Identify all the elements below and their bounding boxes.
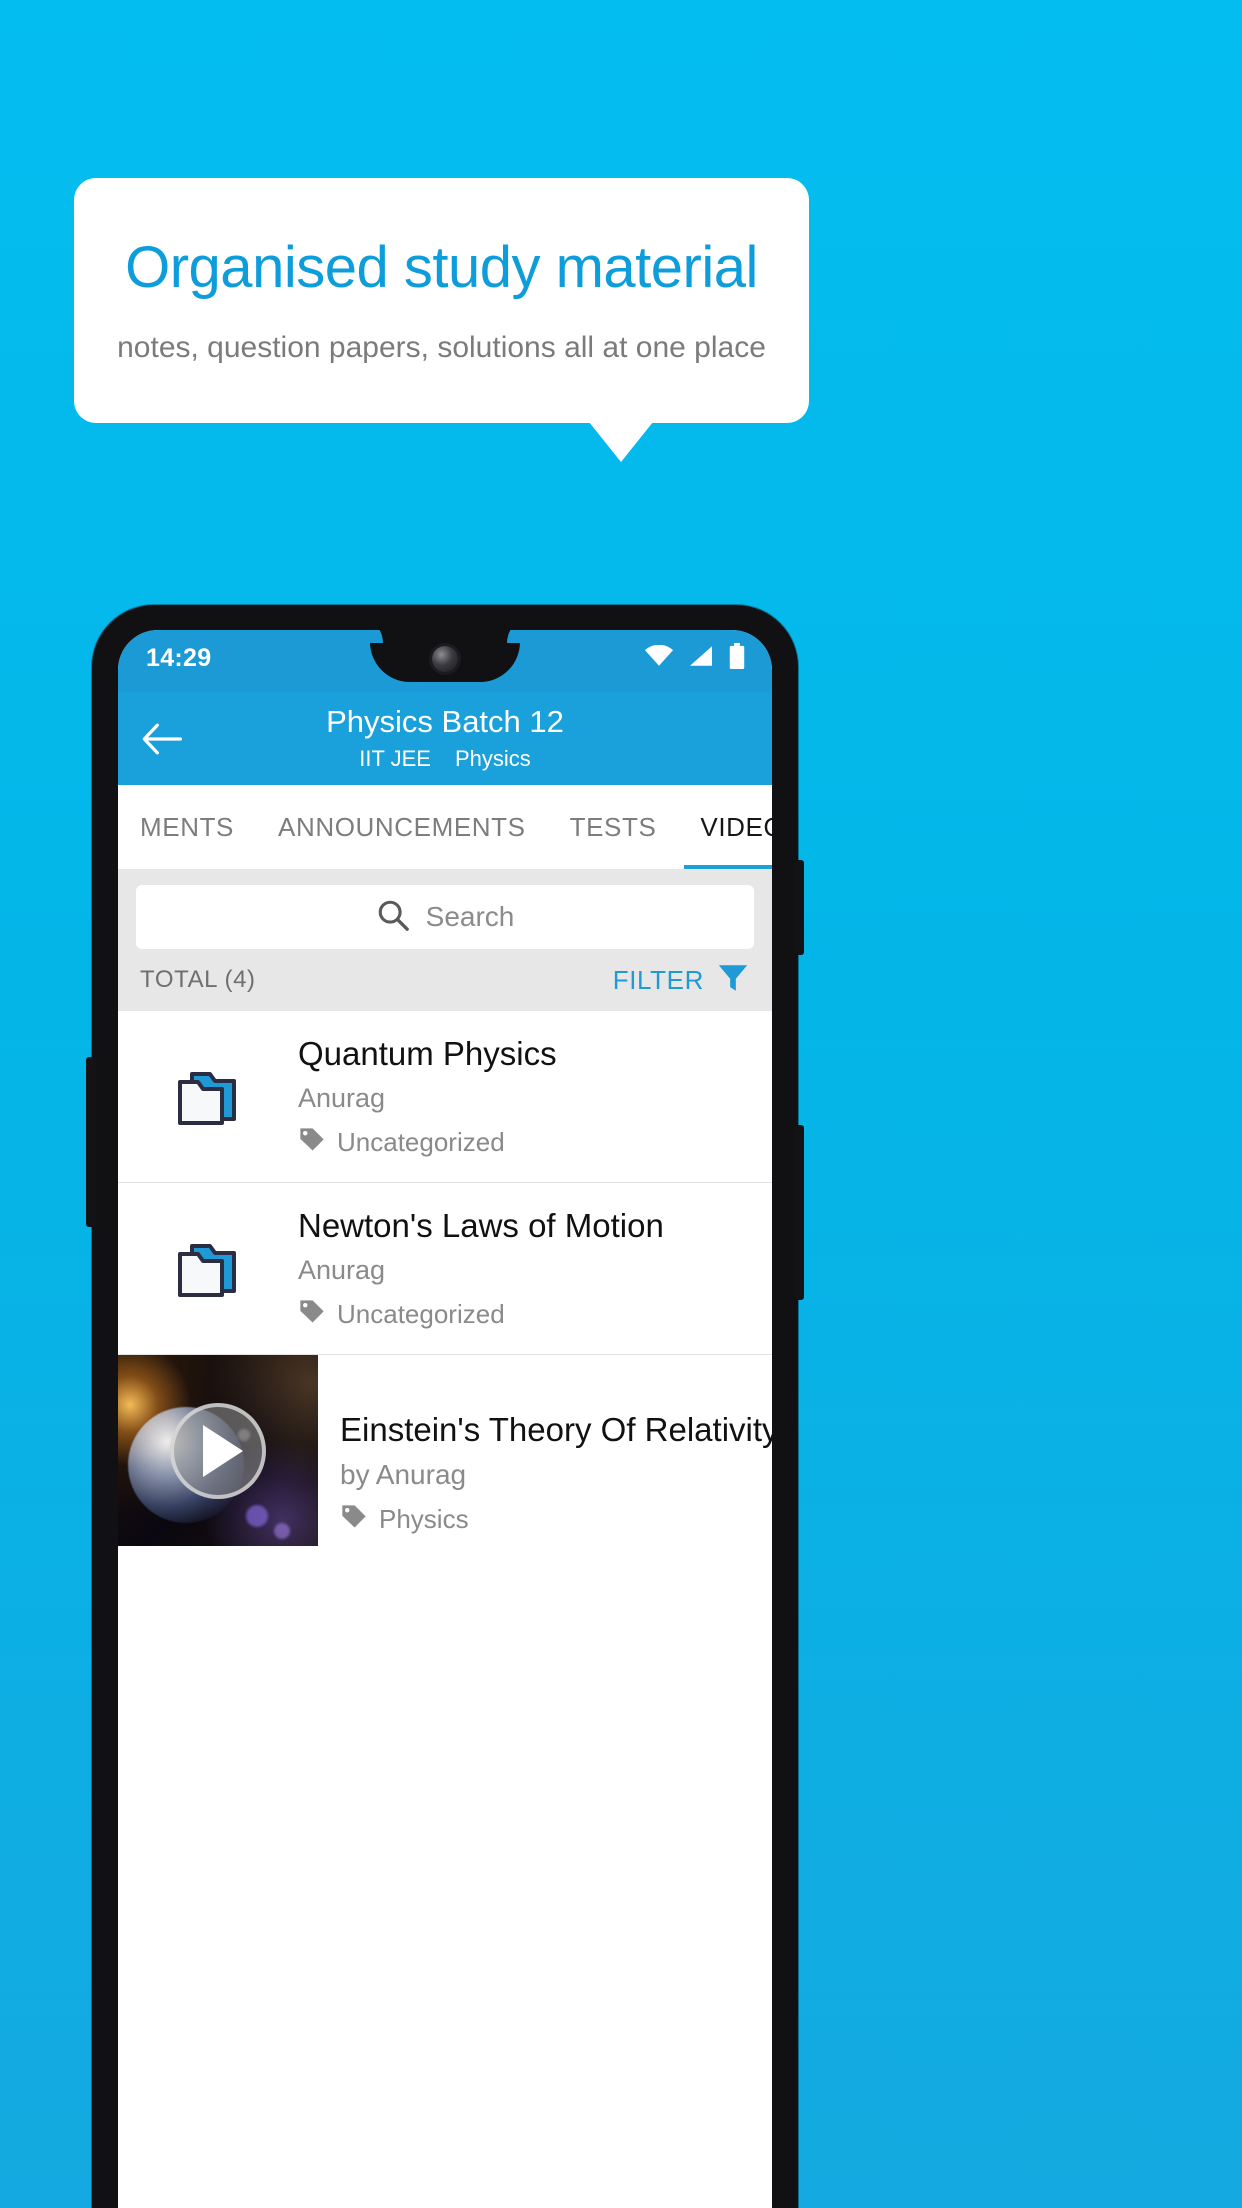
tag-icon: [298, 1298, 326, 1331]
folder-icon: [118, 1236, 298, 1302]
search-icon: [376, 898, 410, 937]
wifi-icon: [644, 644, 674, 672]
signal-icon: [688, 645, 714, 672]
list-item-author: Anurag: [298, 1254, 386, 1285]
promo-bubble-tail: [589, 422, 653, 462]
list-item-author: by Anurag: [340, 1459, 467, 1490]
phone-screen: 14:29 Physics Batch 12 IIT JEE Physics M…: [118, 630, 772, 2208]
search-input[interactable]: Search: [136, 885, 754, 949]
back-arrow-icon[interactable]: [140, 717, 184, 761]
folder-icon: [118, 1064, 298, 1130]
filter-label: FILTER: [612, 964, 704, 995]
play-icon[interactable]: [170, 1402, 266, 1499]
phone-side-button: [794, 1125, 804, 1300]
tag-icon: [340, 1503, 368, 1536]
list-item[interactable]: Einstein's Theory Of Relativity by Anura…: [118, 1355, 772, 1546]
app-bar-subtitle: IIT JEE Physics: [359, 746, 531, 772]
phone-power-button: [794, 860, 804, 955]
list-item-content: Einstein's Theory Of Relativity by Anura…: [318, 1355, 772, 1546]
lens-flare-icon: [274, 1523, 290, 1539]
list-item-content: Quantum Physics Anurag Uncategorized: [298, 1024, 772, 1169]
front-camera: [432, 646, 458, 672]
app-bar-exam: IIT JEE: [359, 745, 431, 771]
battery-icon: [728, 642, 746, 674]
total-count-label: TOTAL (4): [140, 966, 256, 993]
promo-subtitle: notes, question papers, solutions all at…: [117, 331, 766, 365]
search-placeholder: Search: [425, 901, 515, 932]
list-item-content: Newton's Laws of Motion Anurag Uncategor…: [298, 1196, 772, 1341]
tab-ments[interactable]: MENTS: [118, 785, 256, 869]
phone-volume-button: [86, 1057, 96, 1227]
list-item-title: Newton's Laws of Motion: [298, 1207, 664, 1245]
list-toolbar: TOTAL (4) FILTER: [118, 949, 772, 1011]
list-item-title: Einstein's Theory Of Relativity: [340, 1411, 772, 1448]
tab-videos[interactable]: VIDEOS: [678, 785, 772, 869]
video-thumbnail[interactable]: [118, 1355, 318, 1546]
list-item-tag: Physics: [340, 1503, 772, 1536]
list-item[interactable]: Newton's Laws of Motion Anurag Uncategor…: [118, 1183, 772, 1355]
status-icons: [644, 642, 746, 674]
list-item-tag-label: Uncategorized: [337, 1126, 505, 1157]
filter-button[interactable]: FILTER: [613, 961, 750, 1000]
phone-notch: [370, 630, 520, 682]
promo-bubble: Organised study material notes, question…: [74, 178, 809, 423]
play-triangle: [203, 1424, 243, 1477]
status-clock: 14:29: [146, 643, 212, 672]
funnel-icon: [716, 961, 750, 1000]
tab-announcements[interactable]: ANNOUNCEMENTS: [256, 785, 548, 869]
page-title: Physics Batch 12: [326, 704, 564, 740]
tab-tests[interactable]: TESTS: [548, 785, 679, 869]
list-item[interactable]: Quantum Physics Anurag Uncategorized: [118, 1011, 772, 1183]
list-item-tag-label: Physics: [379, 1504, 469, 1534]
list-item-tag: Uncategorized: [298, 1298, 756, 1331]
status-bar: 14:29: [118, 630, 772, 692]
lens-flare-icon: [246, 1505, 268, 1527]
list-item-author: Anurag: [298, 1082, 386, 1113]
app-bar: Physics Batch 12 IIT JEE Physics: [118, 692, 772, 785]
list-item-title: Quantum Physics: [298, 1035, 557, 1073]
search-section: Search: [118, 869, 772, 949]
phone-frame: 14:29 Physics Batch 12 IIT JEE Physics M…: [86, 605, 804, 2208]
list-item-tag: Uncategorized: [298, 1126, 756, 1159]
tag-icon: [298, 1126, 326, 1159]
promo-title: Organised study material: [125, 234, 758, 300]
video-list: Quantum Physics Anurag Uncategorized New…: [118, 1011, 772, 1546]
app-bar-subject: Physics: [454, 745, 531, 771]
list-item-tag-label: Uncategorized: [337, 1298, 505, 1329]
tab-bar: MENTS ANNOUNCEMENTS TESTS VIDEOS: [118, 785, 772, 869]
